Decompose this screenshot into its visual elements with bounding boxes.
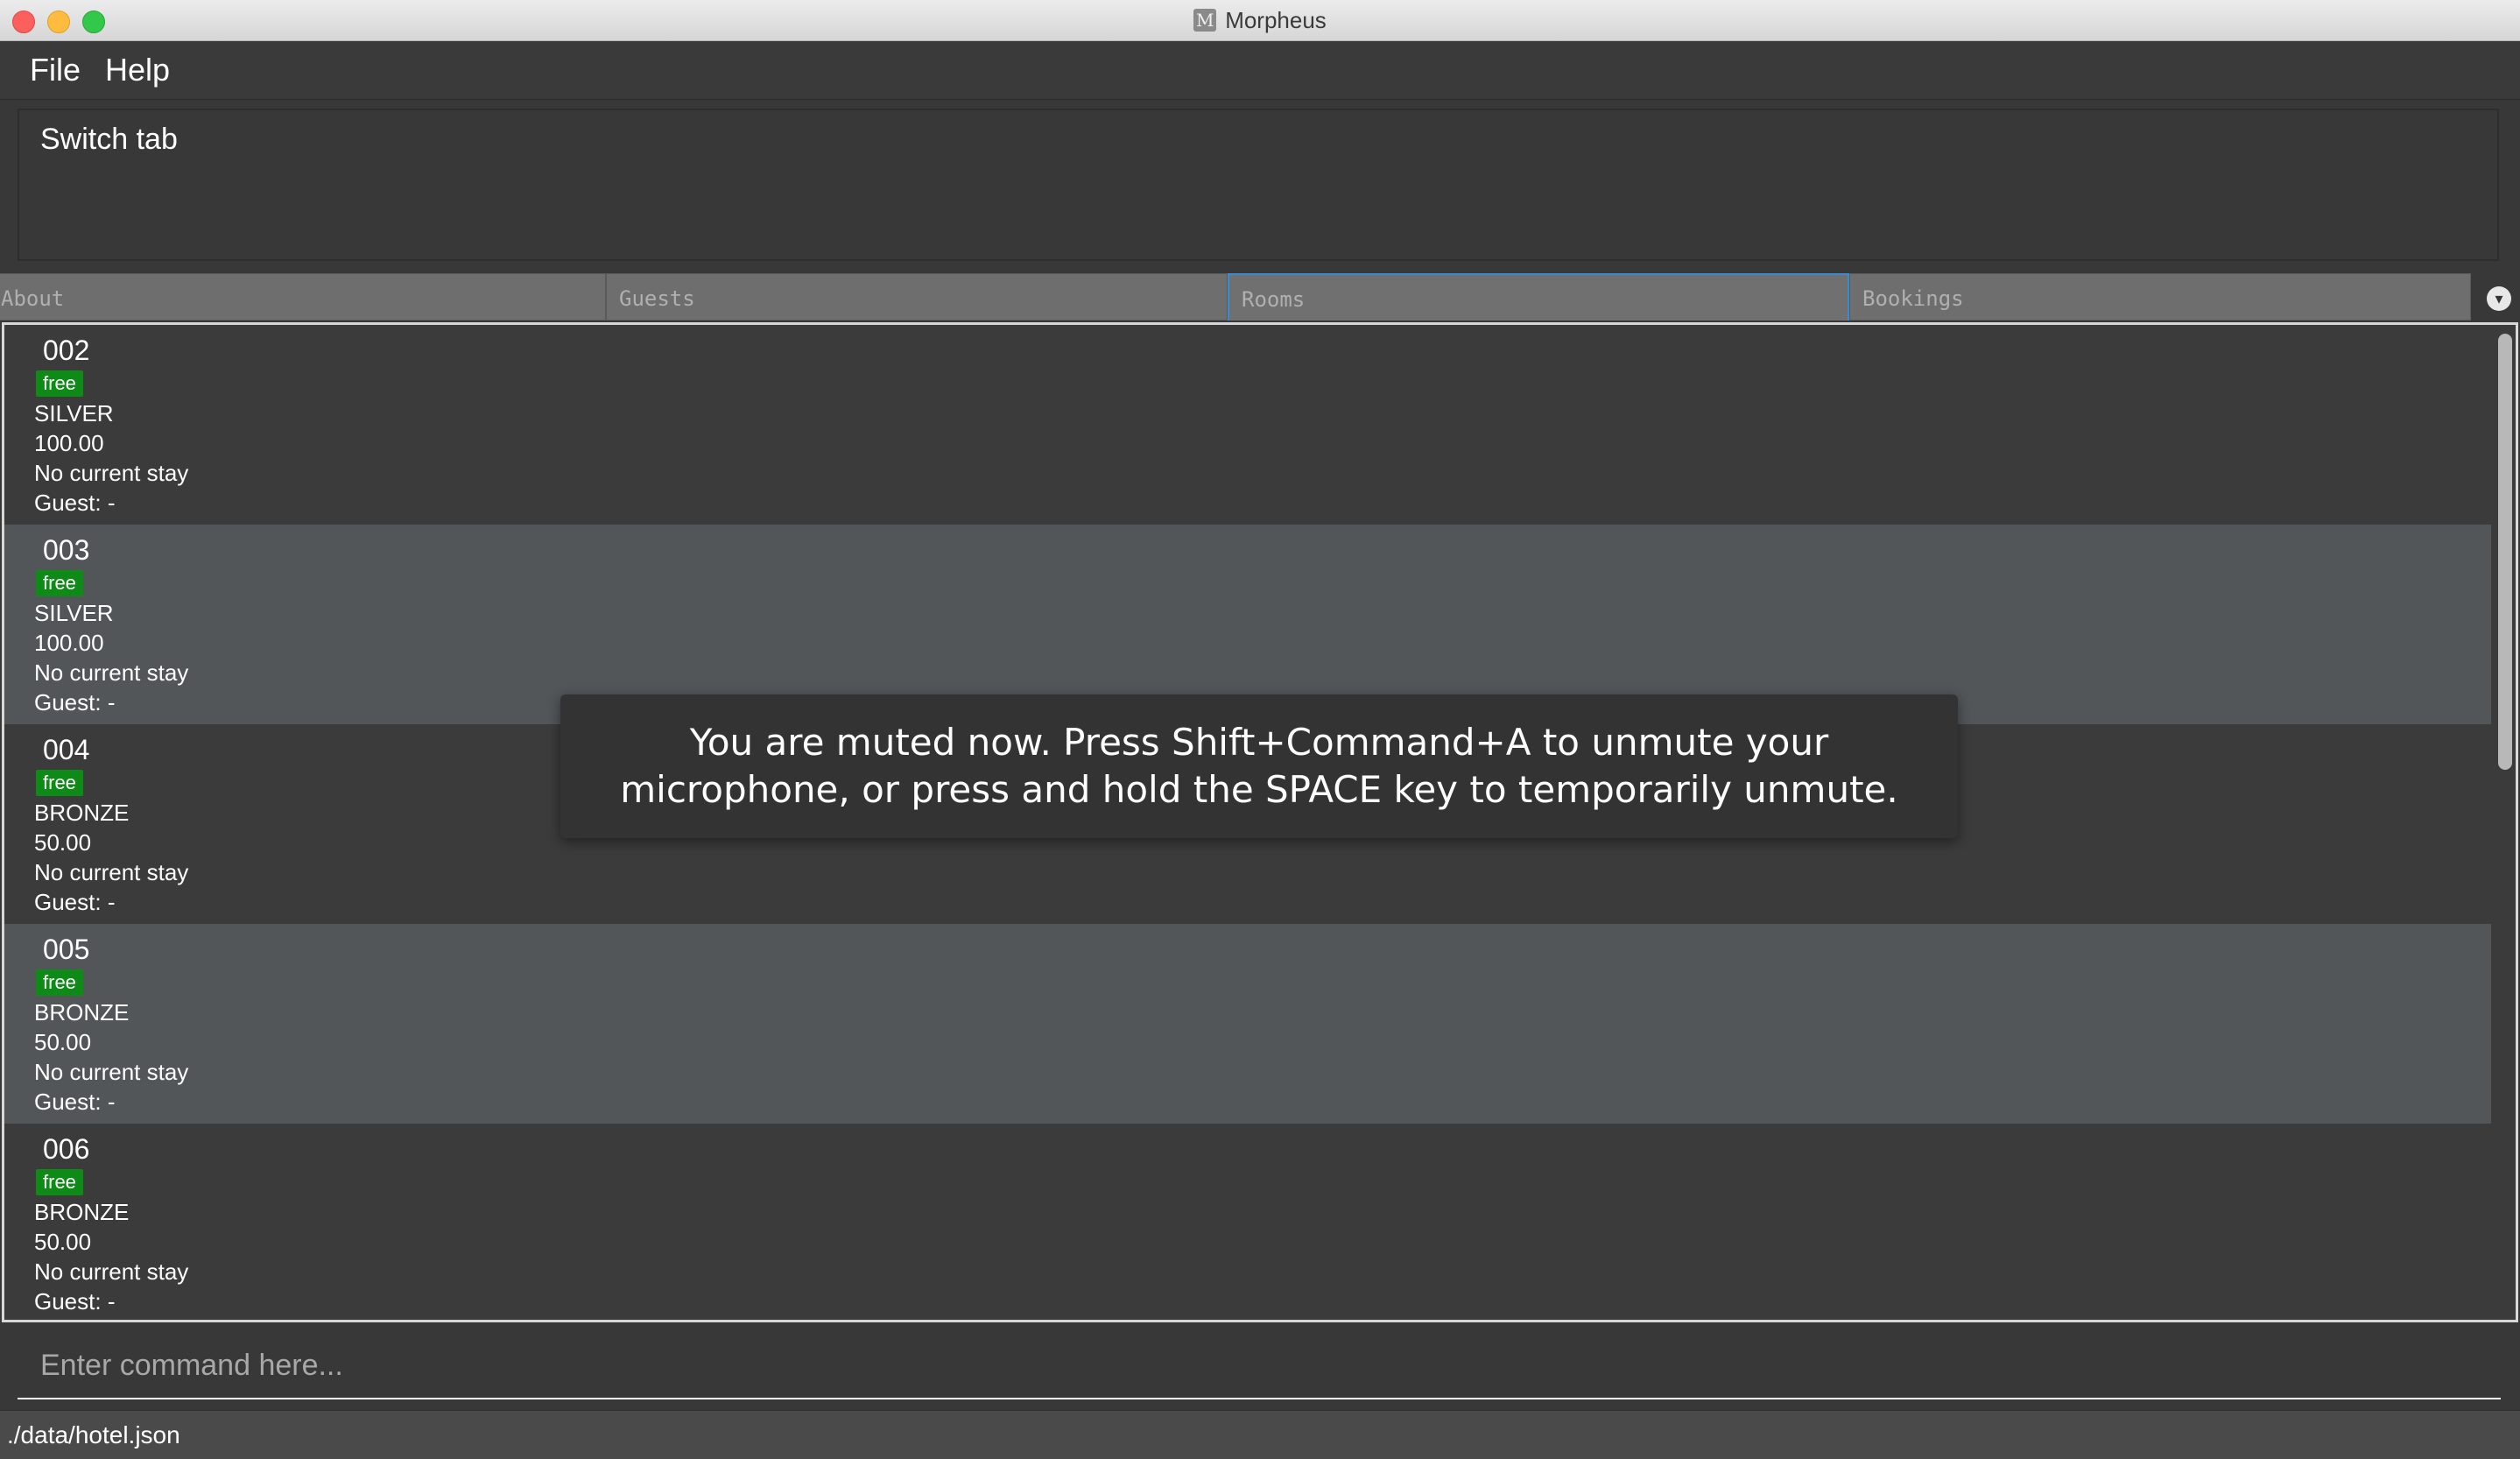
room-guest: Guest: - (34, 490, 116, 516)
tab-rooms[interactable]: Rooms (1228, 273, 1849, 321)
tab-about[interactable]: About (0, 273, 606, 321)
room-number: 003 (43, 534, 90, 566)
room-price: 100.00 (34, 630, 104, 656)
status-badge: free (36, 570, 83, 596)
command-input[interactable] (18, 1335, 2501, 1396)
status-bar: ./data/hotel.json (0, 1410, 2520, 1459)
room-stay: No current stay (34, 460, 189, 486)
window-title: Morpheus (1225, 6, 1327, 33)
menu-help[interactable]: Help (98, 52, 187, 88)
status-badge: free (36, 1169, 83, 1195)
title-wrap: M Morpheus (0, 0, 2520, 40)
mute-notification-text: You are muted now. Press Shift+Command+A… (620, 721, 1898, 811)
room-card[interactable]: 006 free BRONZE 50.00 No current stay Gu… (4, 1124, 2491, 1320)
menu-file[interactable]: File (0, 52, 98, 88)
menu-bar: File Help (0, 41, 2520, 100)
room-stay: No current stay (34, 1059, 189, 1085)
room-tier: SILVER (34, 600, 114, 626)
room-price: 100.00 (34, 430, 104, 456)
room-tier: BRONZE (34, 999, 130, 1026)
room-tier: BRONZE (34, 1199, 130, 1225)
room-guest: Guest: - (34, 889, 116, 915)
title-bar: M Morpheus (0, 0, 2520, 41)
result-text: Switch tab (40, 123, 178, 156)
room-stay: No current stay (34, 859, 189, 885)
app-icon: M (1193, 9, 1217, 32)
room-stay: No current stay (34, 659, 189, 686)
data-file-path: ./data/hotel.json (7, 1421, 180, 1448)
room-number: 006 (43, 1133, 90, 1165)
status-badge: free (36, 969, 83, 996)
tab-guests[interactable]: Guests (606, 273, 1228, 321)
status-badge: free (36, 370, 83, 397)
tab-bookings[interactable]: Bookings (1849, 273, 2471, 321)
list-scrollbar[interactable] (2498, 334, 2512, 770)
room-number: 002 (43, 335, 90, 366)
mute-notification: You are muted now. Press Shift+Command+A… (560, 694, 1958, 838)
app-window: M Morpheus File Help Switch tab About Gu… (0, 0, 2520, 1459)
room-price: 50.00 (34, 1229, 92, 1255)
room-stay: No current stay (34, 1258, 189, 1285)
room-card[interactable]: 002 free SILVER 100.00 No current stay G… (4, 325, 2491, 525)
room-number: 005 (43, 934, 90, 965)
room-card[interactable]: 005 free BRONZE 50.00 No current stay Gu… (4, 924, 2491, 1124)
tab-bar: About Guests Rooms Bookings ▾ (0, 273, 2520, 322)
tab-overflow-chevron-icon[interactable]: ▾ (2487, 286, 2511, 311)
command-box[interactable] (18, 1335, 2501, 1399)
room-tier: SILVER (34, 400, 114, 426)
status-badge: free (36, 770, 83, 796)
room-guest: Guest: - (34, 1288, 116, 1315)
room-price: 50.00 (34, 1029, 92, 1055)
result-display: Switch tab (18, 109, 2499, 261)
room-guest: Guest: - (34, 1089, 116, 1115)
